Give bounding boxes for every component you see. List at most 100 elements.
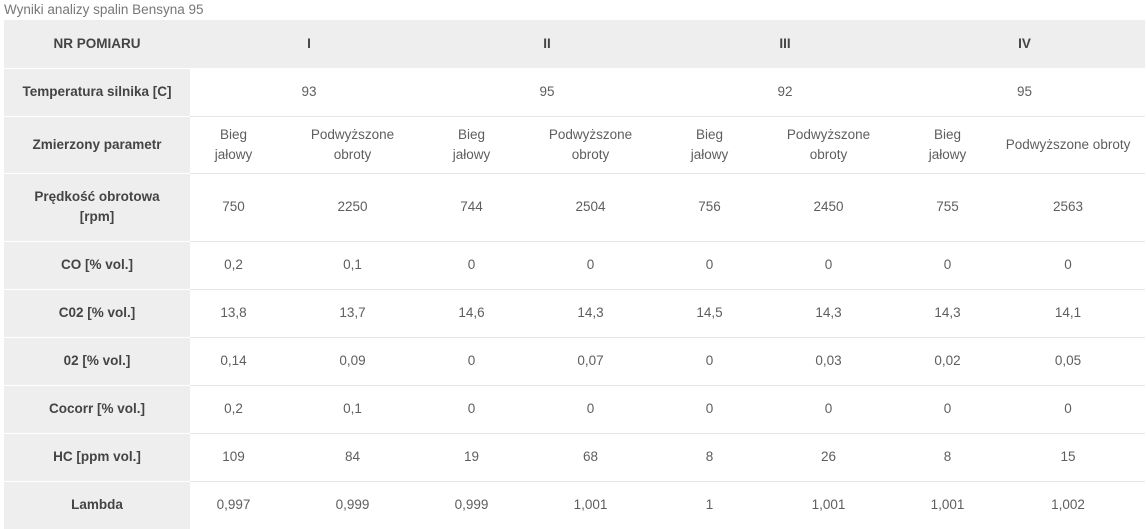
rpm-value: 2504 <box>515 173 667 242</box>
data-cell: 13,7 <box>277 289 429 338</box>
data-cell: 0,1 <box>277 241 429 290</box>
temperature-row: Temperatura silnika [C] 93 95 92 95 <box>4 68 1146 117</box>
parameter-row: Zmierzony parametr Bieg jałowy Podwyższon… <box>4 116 1146 174</box>
rpm-label: Prędkość obrotowa [rpm] <box>4 173 190 242</box>
data-cell: 0,1 <box>277 385 429 434</box>
data-cell: 14,5 <box>666 289 754 338</box>
data-cell: 0 <box>991 241 1146 290</box>
data-cell: 0 <box>904 241 992 290</box>
rpm-value: 2563 <box>991 173 1146 242</box>
measurement-number-label: NR POMIARU <box>4 20 190 69</box>
mode-line: Bieg <box>219 126 248 142</box>
temperature-value: 95 <box>428 68 667 117</box>
row-label: CO [% vol.] <box>4 241 190 290</box>
mode-cell: Bieg jałowy <box>904 116 992 174</box>
data-cell: 0 <box>515 241 667 290</box>
row-label: Lambda <box>4 481 190 529</box>
data-cell: 0,05 <box>991 337 1146 386</box>
data-cell: 14,3 <box>753 289 905 338</box>
rpm-row: Prędkość obrotowa [rpm] 750 2250 744 2504… <box>4 173 1146 242</box>
data-cell: 0,997 <box>216 497 251 513</box>
data-cell: 0,07 <box>515 337 667 386</box>
co-row: CO [% vol.] 0,2 0,1 0 0 0 0 0 0 <box>4 241 1146 290</box>
data-cell: 1,001 <box>930 497 965 513</box>
temperature-value: 93 <box>190 68 429 117</box>
data-cell: 84 <box>277 433 429 482</box>
data-cell: 0 <box>428 337 516 386</box>
rpm-value: 755 <box>904 173 992 242</box>
mode-line: Bieg <box>458 126 486 142</box>
row-label: C02 [% vol.] <box>4 289 190 338</box>
data-cell: 14,3 <box>515 289 667 338</box>
data-cell: 14,6 <box>428 289 516 338</box>
measurement-header: III <box>666 20 905 69</box>
mode-cell: Podwyższone obroty <box>991 116 1146 174</box>
measurement-header: I <box>190 20 429 69</box>
mode-line: jałowy <box>690 146 729 162</box>
row-label: Cocorr [% vol.] <box>4 385 190 434</box>
data-cell: 26 <box>753 433 905 482</box>
hc-row: HC [ppm vol.] 109 84 19 68 8 26 8 15 <box>4 433 1146 482</box>
header-row: NR POMIARU I II III IV <box>4 20 1146 69</box>
data-cell: 14,1 <box>991 289 1146 338</box>
mode-line: Bieg <box>934 126 962 142</box>
mode-line: jałowy <box>214 146 253 162</box>
data-cell: 1 <box>705 497 714 513</box>
mode-line: obroty <box>571 146 610 162</box>
mode-cell: Bieg jałowy <box>428 116 516 174</box>
data-cell: 8 <box>904 433 992 482</box>
data-cell: 109 <box>190 433 277 482</box>
data-cell: 0 <box>515 385 667 434</box>
data-cell: 0,14 <box>190 337 277 386</box>
data-cell: 15 <box>991 433 1146 482</box>
data-cell: 1,001 <box>573 497 608 513</box>
data-cell: 68 <box>515 433 667 482</box>
mode-cell: Podwyższone obroty <box>753 116 905 174</box>
data-cell: 0 <box>666 337 754 386</box>
row-label: 02 [% vol.] <box>4 337 190 386</box>
data-cell: 0 <box>666 385 754 434</box>
data-cell: 0,03 <box>753 337 905 386</box>
mode-line: Podwyższone obroty <box>1005 136 1131 152</box>
data-cell: 0,02 <box>904 337 992 386</box>
data-cell: 0,999 <box>454 497 489 513</box>
data-cell: 1,002 <box>1051 497 1085 513</box>
data-cell: 1,001 <box>811 497 846 513</box>
temperature-label: Temperatura silnika [C] <box>4 68 190 117</box>
lambda-row: Lambda 0,997 0,999 0,999 1,001 1 1,001 1… <box>4 481 1145 529</box>
mode-cell: Bieg jałowy <box>666 116 754 174</box>
data-cell: 13,8 <box>190 289 277 338</box>
data-cell: 0,999 <box>335 497 370 513</box>
parameter-label: Zmierzony parametr <box>4 116 190 174</box>
data-cell: 19 <box>428 433 516 482</box>
mode-line: jałowy <box>928 146 967 162</box>
temperature-value: 95 <box>904 68 1146 117</box>
mode-cell: Bieg jałowy <box>190 116 277 174</box>
table-caption: Wyniki analizy spalin Bensyna 95 <box>4 2 204 17</box>
mode-cell: Podwyższone obroty <box>277 116 429 174</box>
rpm-value: 2250 <box>277 173 429 242</box>
mode-line: obroty <box>333 146 372 162</box>
data-cell: 0 <box>428 385 516 434</box>
data-cell: 0 <box>428 241 516 290</box>
row-label: HC [ppm vol.] <box>4 433 190 482</box>
o2-row: 02 [% vol.] 0,14 0,09 0 0,07 0 0,03 0,02… <box>4 337 1146 386</box>
mode-line: jałowy <box>452 146 491 162</box>
exhaust-results-table: NR POMIARU I II III IV Temperatura silni… <box>4 20 1146 529</box>
mode-line: Podwyższone <box>548 126 633 142</box>
rpm-value: 2450 <box>753 173 905 242</box>
data-cell: 0,09 <box>277 337 429 386</box>
rpm-label-line: [rpm] <box>79 209 115 224</box>
mode-line: obroty <box>809 146 848 162</box>
rpm-value: 756 <box>666 173 754 242</box>
mode-line: Bieg <box>696 126 724 142</box>
measurement-header: IV <box>904 20 1146 69</box>
data-cell: 0,2 <box>190 385 277 434</box>
mode-line: Podwyższone <box>786 126 871 142</box>
data-cell: 0 <box>991 385 1146 434</box>
mode-line: Podwyższone <box>310 126 395 142</box>
cocorr-row: Cocorr [% vol.] 0,2 0,1 0 0 0 0 0 0 <box>4 385 1146 434</box>
data-cell: 0 <box>753 241 905 290</box>
data-cell: 0 <box>904 385 992 434</box>
data-cell: 8 <box>666 433 754 482</box>
